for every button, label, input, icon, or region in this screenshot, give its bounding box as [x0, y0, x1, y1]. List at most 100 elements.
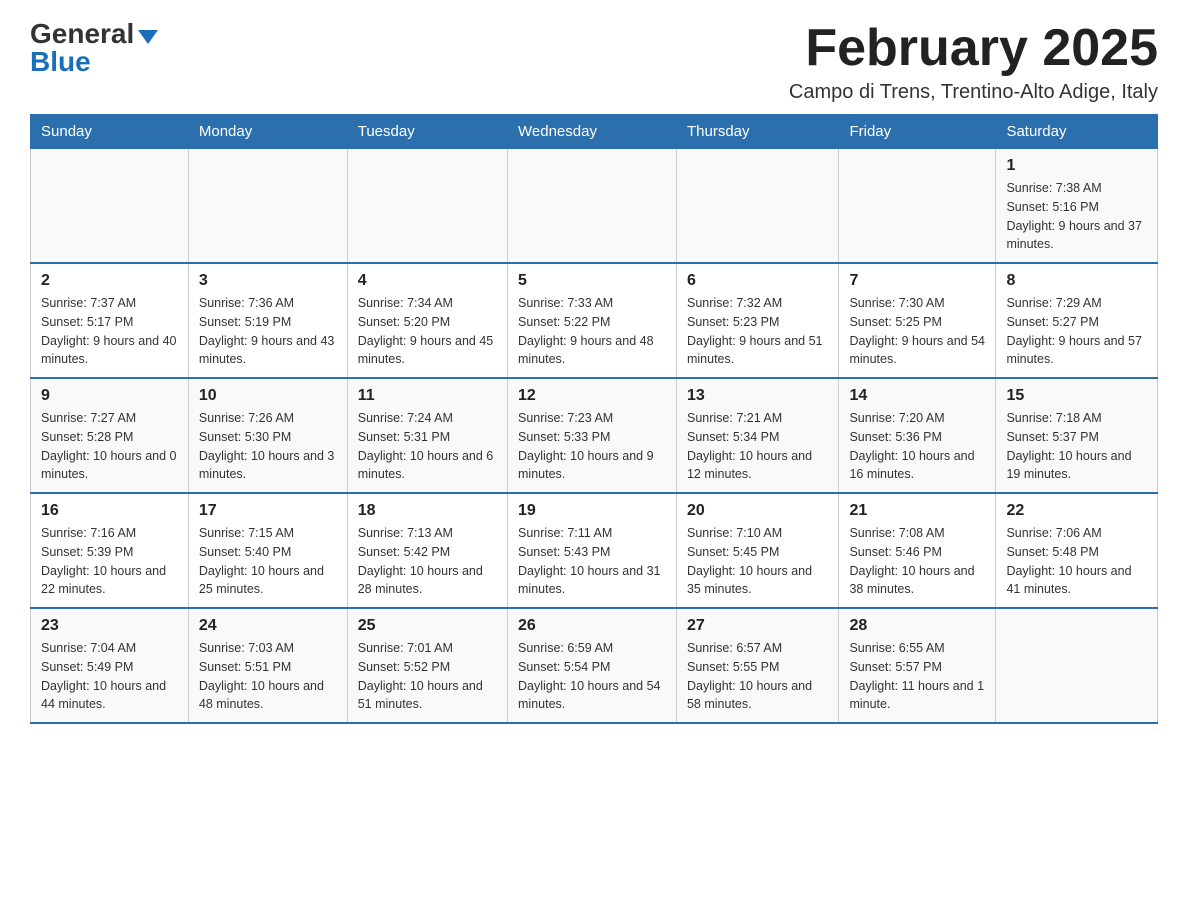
day-number: 26 — [518, 617, 666, 635]
calendar-cell: 13 Sunrise: 7:21 AMSunset: 5:34 PMDayligh… — [676, 378, 838, 493]
day-info: Sunrise: 7:11 AMSunset: 5:43 PMDaylight:… — [518, 524, 666, 599]
calendar-week-4: 16 Sunrise: 7:16 AMSunset: 5:39 PMDayligh… — [31, 493, 1158, 608]
calendar-body: 1 Sunrise: 7:38 AMSunset: 5:16 PMDaylight… — [31, 149, 1158, 724]
calendar-cell: 10 Sunrise: 7:26 AMSunset: 5:30 PMDayligh… — [188, 378, 347, 493]
day-info: Sunrise: 7:26 AMSunset: 5:30 PMDaylight:… — [199, 409, 337, 484]
day-info: Sunrise: 7:37 AMSunset: 5:17 PMDaylight:… — [41, 294, 178, 369]
calendar-cell — [188, 149, 347, 264]
day-info: Sunrise: 6:55 AMSunset: 5:57 PMDaylight:… — [849, 639, 985, 714]
calendar-cell: 2 Sunrise: 7:37 AMSunset: 5:17 PMDaylight… — [31, 263, 189, 378]
day-number: 25 — [358, 617, 497, 635]
calendar-week-2: 2 Sunrise: 7:37 AMSunset: 5:17 PMDaylight… — [31, 263, 1158, 378]
calendar-cell: 1 Sunrise: 7:38 AMSunset: 5:16 PMDaylight… — [996, 149, 1158, 264]
calendar-week-3: 9 Sunrise: 7:27 AMSunset: 5:28 PMDaylight… — [31, 378, 1158, 493]
day-info: Sunrise: 7:30 AMSunset: 5:25 PMDaylight:… — [849, 294, 985, 369]
day-info: Sunrise: 7:32 AMSunset: 5:23 PMDaylight:… — [687, 294, 828, 369]
calendar-cell: 25 Sunrise: 7:01 AMSunset: 5:52 PMDayligh… — [347, 608, 507, 723]
day-info: Sunrise: 7:29 AMSunset: 5:27 PMDaylight:… — [1006, 294, 1147, 369]
day-number: 23 — [41, 617, 178, 635]
day-number: 11 — [358, 387, 497, 405]
day-number: 17 — [199, 502, 337, 520]
day-number: 14 — [849, 387, 985, 405]
calendar-cell: 7 Sunrise: 7:30 AMSunset: 5:25 PMDaylight… — [839, 263, 996, 378]
day-info: Sunrise: 7:03 AMSunset: 5:51 PMDaylight:… — [199, 639, 337, 714]
logo: General Blue — [30, 20, 158, 76]
day-info: Sunrise: 7:34 AMSunset: 5:20 PMDaylight:… — [358, 294, 497, 369]
day-number: 18 — [358, 502, 497, 520]
day-info: Sunrise: 7:33 AMSunset: 5:22 PMDaylight:… — [518, 294, 666, 369]
day-number: 21 — [849, 502, 985, 520]
day-number: 3 — [199, 272, 337, 290]
day-number: 2 — [41, 272, 178, 290]
subtitle: Campo di Trens, Trentino-Alto Adige, Ita… — [789, 81, 1158, 104]
day-number: 8 — [1006, 272, 1147, 290]
calendar-cell: 17 Sunrise: 7:15 AMSunset: 5:40 PMDayligh… — [188, 493, 347, 608]
calendar-cell: 12Sunrise: 7:23 AMSunset: 5:33 PMDayligh… — [508, 378, 677, 493]
calendar-cell: 14Sunrise: 7:20 AMSunset: 5:36 PMDayligh… — [839, 378, 996, 493]
day-info: Sunrise: 7:06 AMSunset: 5:48 PMDaylight:… — [1006, 524, 1147, 599]
days-of-week-row: Sunday Monday Tuesday Wednesday Thursday… — [31, 115, 1158, 149]
calendar-cell — [508, 149, 677, 264]
title-block: February 2025 Campo di Trens, Trentino-A… — [789, 20, 1158, 104]
day-info: Sunrise: 7:21 AMSunset: 5:34 PMDaylight:… — [687, 409, 828, 484]
day-number: 5 — [518, 272, 666, 290]
calendar-table: Sunday Monday Tuesday Wednesday Thursday… — [30, 114, 1158, 724]
calendar-header: Sunday Monday Tuesday Wednesday Thursday… — [31, 115, 1158, 149]
calendar-cell: 3 Sunrise: 7:36 AMSunset: 5:19 PMDaylight… — [188, 263, 347, 378]
calendar-cell: 20 Sunrise: 7:10 AMSunset: 5:45 PMDayligh… — [676, 493, 838, 608]
day-number: 22 — [1006, 502, 1147, 520]
day-number: 9 — [41, 387, 178, 405]
day-info: Sunrise: 6:57 AMSunset: 5:55 PMDaylight:… — [687, 639, 828, 714]
calendar-cell: 19 Sunrise: 7:11 AMSunset: 5:43 PMDayligh… — [508, 493, 677, 608]
calendar-cell — [676, 149, 838, 264]
calendar-cell: 22 Sunrise: 7:06 AMSunset: 5:48 PMDayligh… — [996, 493, 1158, 608]
main-title: February 2025 — [789, 20, 1158, 77]
calendar-cell — [347, 149, 507, 264]
header-thursday: Thursday — [676, 115, 838, 149]
calendar-week-1: 1 Sunrise: 7:38 AMSunset: 5:16 PMDaylight… — [31, 149, 1158, 264]
calendar-cell: 16 Sunrise: 7:16 AMSunset: 5:39 PMDayligh… — [31, 493, 189, 608]
day-info: Sunrise: 7:10 AMSunset: 5:45 PMDaylight:… — [687, 524, 828, 599]
day-number: 13 — [687, 387, 828, 405]
day-number: 10 — [199, 387, 337, 405]
header-wednesday: Wednesday — [508, 115, 677, 149]
calendar-cell: 23 Sunrise: 7:04 AMSunset: 5:49 PMDayligh… — [31, 608, 189, 723]
day-number: 19 — [518, 502, 666, 520]
calendar-cell — [839, 149, 996, 264]
day-number: 15 — [1006, 387, 1147, 405]
logo-blue-text: Blue — [30, 46, 91, 77]
calendar-cell: 9 Sunrise: 7:27 AMSunset: 5:28 PMDaylight… — [31, 378, 189, 493]
day-number: 28 — [849, 617, 985, 635]
day-info: Sunrise: 7:15 AMSunset: 5:40 PMDaylight:… — [199, 524, 337, 599]
day-number: 24 — [199, 617, 337, 635]
day-info: Sunrise: 7:38 AMSunset: 5:16 PMDaylight:… — [1006, 179, 1147, 254]
day-info: Sunrise: 7:36 AMSunset: 5:19 PMDaylight:… — [199, 294, 337, 369]
day-number: 20 — [687, 502, 828, 520]
logo-triangle-icon — [138, 30, 158, 44]
day-number: 12 — [518, 387, 666, 405]
page-header: General Blue February 2025 Campo di Tren… — [30, 20, 1158, 104]
calendar-cell: 5 Sunrise: 7:33 AMSunset: 5:22 PMDaylight… — [508, 263, 677, 378]
day-info: Sunrise: 7:01 AMSunset: 5:52 PMDaylight:… — [358, 639, 497, 714]
header-monday: Monday — [188, 115, 347, 149]
calendar-cell: 21Sunrise: 7:08 AMSunset: 5:46 PMDayligh… — [839, 493, 996, 608]
day-number: 1 — [1006, 157, 1147, 175]
day-number: 7 — [849, 272, 985, 290]
calendar-cell — [31, 149, 189, 264]
header-tuesday: Tuesday — [347, 115, 507, 149]
header-saturday: Saturday — [996, 115, 1158, 149]
day-info: Sunrise: 7:27 AMSunset: 5:28 PMDaylight:… — [41, 409, 178, 484]
calendar-cell: 11Sunrise: 7:24 AMSunset: 5:31 PMDayligh… — [347, 378, 507, 493]
day-info: Sunrise: 6:59 AMSunset: 5:54 PMDaylight:… — [518, 639, 666, 714]
calendar-cell: 6Sunrise: 7:32 AMSunset: 5:23 PMDaylight… — [676, 263, 838, 378]
calendar-cell: 4 Sunrise: 7:34 AMSunset: 5:20 PMDaylight… — [347, 263, 507, 378]
calendar-cell: 8 Sunrise: 7:29 AMSunset: 5:27 PMDaylight… — [996, 263, 1158, 378]
calendar-cell — [996, 608, 1158, 723]
day-number: 4 — [358, 272, 497, 290]
calendar-cell: 18Sunrise: 7:13 AMSunset: 5:42 PMDayligh… — [347, 493, 507, 608]
day-info: Sunrise: 7:04 AMSunset: 5:49 PMDaylight:… — [41, 639, 178, 714]
day-number: 16 — [41, 502, 178, 520]
calendar-cell: 28 Sunrise: 6:55 AMSunset: 5:57 PMDayligh… — [839, 608, 996, 723]
day-info: Sunrise: 7:16 AMSunset: 5:39 PMDaylight:… — [41, 524, 178, 599]
calendar-cell: 26 Sunrise: 6:59 AMSunset: 5:54 PMDayligh… — [508, 608, 677, 723]
